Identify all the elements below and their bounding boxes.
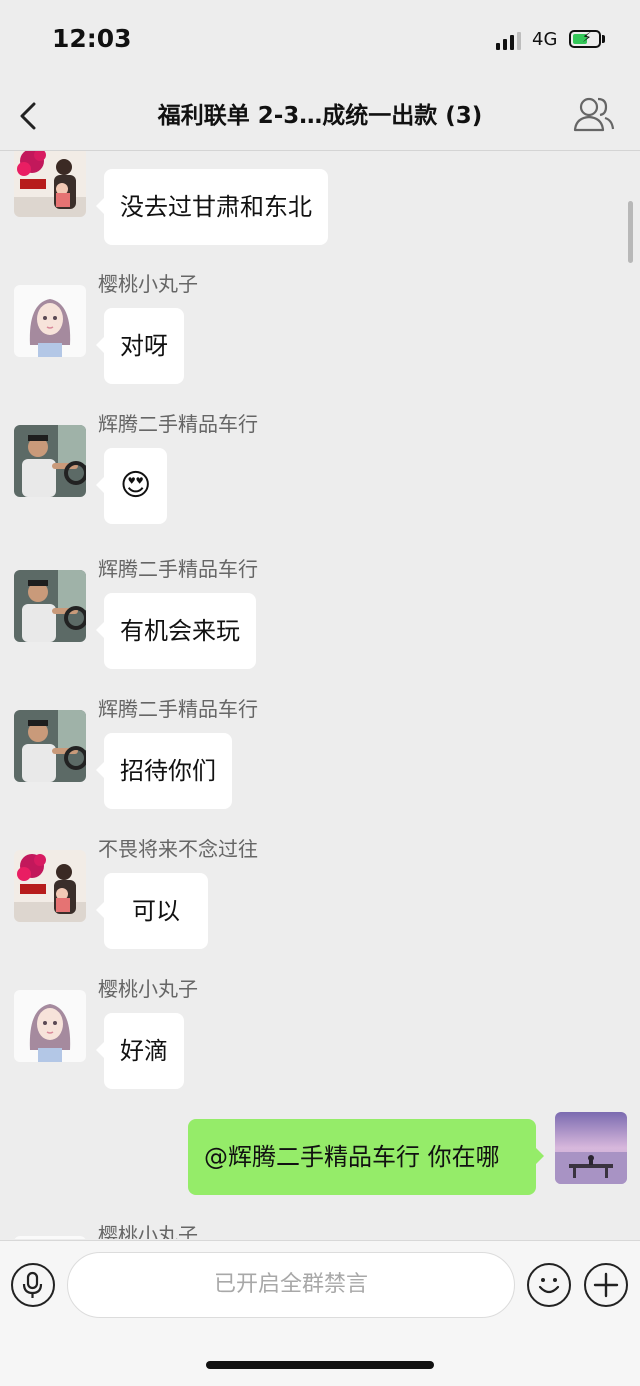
message-bubble[interactable]: 招待你们 <box>96 733 232 809</box>
sender-name: 樱桃小丸子 <box>98 1223 198 1239</box>
chat-header: 福利联单 2-3…成统一出款 (3) <box>0 82 640 151</box>
microphone-icon <box>22 1271 43 1298</box>
sender-name: 辉腾二手精品车行 <box>98 412 258 436</box>
voice-input-button[interactable] <box>11 1263 55 1307</box>
message-list[interactable]: 没去过甘肃和东北 樱桃小丸子 对呀 辉腾二手精品车行 😍 辉腾二手精品车行 有机… <box>0 151 640 1239</box>
scrollbar[interactable] <box>628 201 633 263</box>
message-bubble[interactable]: 对呀 <box>96 308 184 384</box>
sender-name: 辉腾二手精品车行 <box>98 697 258 721</box>
message-input[interactable]: 已开启全群禁言 <box>67 1252 515 1318</box>
driver-avatar[interactable] <box>14 425 86 497</box>
lake-pier-avatar[interactable] <box>555 1112 627 1184</box>
emoji-button[interactable] <box>527 1263 571 1307</box>
signal-icon <box>496 32 524 50</box>
battery-tip <box>602 35 605 43</box>
flower-portrait-avatar[interactable] <box>14 151 86 217</box>
my-message-bubble[interactable]: @辉腾二手精品车行 你在哪 <box>188 1119 544 1195</box>
status-bar: 12:03 4G ⚡ <box>0 0 640 82</box>
message-bubble[interactable]: 可以 <box>96 873 208 949</box>
sender-name: 樱桃小丸子 <box>98 272 198 296</box>
message-bubble[interactable]: 😍 <box>95 448 168 524</box>
illustrated-girl-avatar[interactable] <box>14 1236 86 1239</box>
sender-name: 辉腾二手精品车行 <box>98 557 258 581</box>
sender-name: 不畏将来不念过往 <box>98 837 258 861</box>
group-members-icon[interactable] <box>572 94 616 134</box>
message-bubble[interactable]: 没去过甘肃和东北 <box>96 169 328 245</box>
illustrated-girl-avatar[interactable] <box>14 285 86 357</box>
driver-avatar[interactable] <box>14 570 86 642</box>
chat-title: 福利联单 2-3…成统一出款 (3) <box>157 103 483 129</box>
message-bubble[interactable]: 有机会来玩 <box>96 593 256 669</box>
more-actions-button[interactable] <box>584 1263 628 1307</box>
flower-portrait-avatar[interactable] <box>14 850 86 922</box>
plus-icon <box>593 1272 619 1298</box>
status-time: 12:03 <box>52 24 132 53</box>
network-type: 4G <box>532 29 558 50</box>
smiley-icon <box>538 1278 560 1294</box>
driver-avatar[interactable] <box>14 710 86 782</box>
illustrated-girl-avatar[interactable] <box>14 990 86 1062</box>
sender-name: 樱桃小丸子 <box>98 977 198 1001</box>
battery-icon: ⚡ <box>569 30 601 48</box>
home-indicator[interactable] <box>206 1361 434 1369</box>
message-bubble[interactable]: 好滴 <box>96 1013 184 1089</box>
